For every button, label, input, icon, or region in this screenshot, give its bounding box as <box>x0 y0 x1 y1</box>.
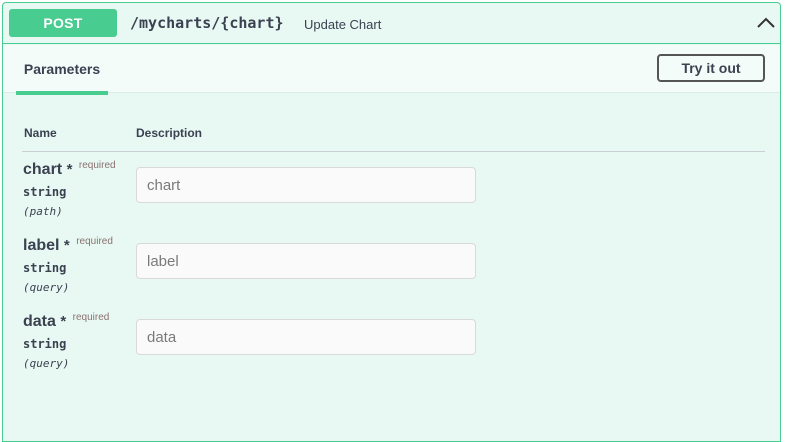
param-name: label <box>23 237 60 254</box>
try-it-out-button[interactable]: Try it out <box>657 54 765 82</box>
operation-block: POST /mycharts/{chart} Update Chart Para… <box>2 2 781 442</box>
param-type: string <box>23 261 67 275</box>
param-location: (query) <box>23 281 70 294</box>
required-star: * <box>66 161 73 178</box>
param-location: (path) <box>23 205 63 218</box>
chevron-up-icon[interactable] <box>756 13 776 33</box>
required-label: required <box>78 160 116 171</box>
endpoint-path: /mycharts/{chart} <box>130 14 284 32</box>
label-input[interactable] <box>136 243 476 279</box>
tab-active-indicator <box>16 91 108 95</box>
data-input[interactable] <box>136 319 476 355</box>
param-label: label * required string (query) <box>23 236 133 294</box>
operation-summary-text: Update Chart <box>304 17 382 32</box>
param-location: (query) <box>23 357 70 370</box>
tab-parameters[interactable]: Parameters <box>16 45 108 95</box>
required-label: required <box>72 312 110 323</box>
chart-input[interactable] <box>136 167 476 203</box>
param-type: string <box>23 337 67 351</box>
required-star: * <box>63 237 70 254</box>
name-column-header: Name <box>24 126 57 140</box>
description-column-header: Description <box>136 126 203 140</box>
param-name: data <box>23 313 56 330</box>
tab-parameters-label: Parameters <box>23 61 101 77</box>
param-name: chart <box>23 161 63 178</box>
header-divider <box>22 151 765 152</box>
method-badge: POST <box>9 9 117 37</box>
tab-bar: Parameters Try it out <box>3 45 780 95</box>
param-chart: chart * required string (path) <box>23 160 133 218</box>
required-label: required <box>76 236 113 247</box>
operation-summary[interactable]: POST /mycharts/{chart} Update Chart <box>3 3 780 44</box>
param-data: data * required string (query) <box>23 312 133 370</box>
required-star: * <box>60 313 67 330</box>
param-type: string <box>23 185 67 199</box>
